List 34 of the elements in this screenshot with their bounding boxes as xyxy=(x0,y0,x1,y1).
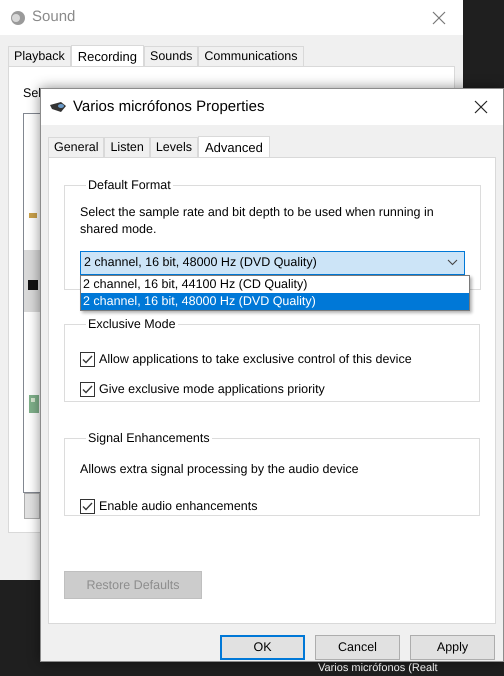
tab[interactable]: Listen xyxy=(104,137,150,157)
tab[interactable]: Recording xyxy=(70,45,144,67)
tab[interactable]: Advanced xyxy=(198,136,270,158)
tab[interactable]: General xyxy=(48,137,104,157)
window-title: Sound xyxy=(32,7,76,28)
tab[interactable]: Playback xyxy=(8,46,71,66)
checkbox[interactable] xyxy=(80,382,95,398)
dialog-button[interactable]: Cancel xyxy=(315,635,400,660)
group-heading: Signal Enhancements xyxy=(87,430,211,447)
checkbox-label: Allow applications to take exclusive control of this device xyxy=(99,351,412,368)
dialog-title: Varios micrófonos Properties xyxy=(73,96,264,117)
checkbox[interactable] xyxy=(80,499,95,514)
checkbox[interactable] xyxy=(80,352,95,368)
format-dropdown[interactable]: 2 channel, 16 bit, 48000 Hz (DVD Quality) xyxy=(80,250,465,275)
sound-card-icon xyxy=(28,394,40,414)
instruction-text: Sel xyxy=(23,85,42,102)
group-heading: Exclusive Mode xyxy=(87,316,177,333)
device-label: Varios micrófonos (Realt xyxy=(318,662,438,675)
dropdown-option[interactable]: 2 channel, 16 bit, 44100 Hz (CD Quality) xyxy=(81,276,469,293)
chevron-down-icon xyxy=(447,259,458,266)
tab[interactable]: Communications xyxy=(198,46,304,66)
device-icon xyxy=(28,210,38,220)
dialog-button[interactable]: OK xyxy=(220,635,305,660)
tab[interactable]: Sounds xyxy=(144,46,198,66)
configure-button[interactable] xyxy=(24,493,40,519)
restore-defaults-button: Restore Defaults xyxy=(64,571,202,599)
description-text: Allows extra signal processing by the audio device xyxy=(80,460,360,478)
checkbox-label: Give exclusive mode applications priority xyxy=(99,381,325,398)
description-text: Select the sample rate and bit depth to be used when running in shared mode. xyxy=(80,204,435,238)
group-heading: Default Format xyxy=(87,177,172,194)
dialog-button[interactable]: Apply xyxy=(410,635,495,660)
checkbox-label: Enable audio enhancements xyxy=(99,498,258,516)
tab[interactable]: Levels xyxy=(150,137,198,157)
dropdown-option[interactable]: 2 channel, 16 bit, 48000 Hz (DVD Quality) xyxy=(81,292,469,310)
